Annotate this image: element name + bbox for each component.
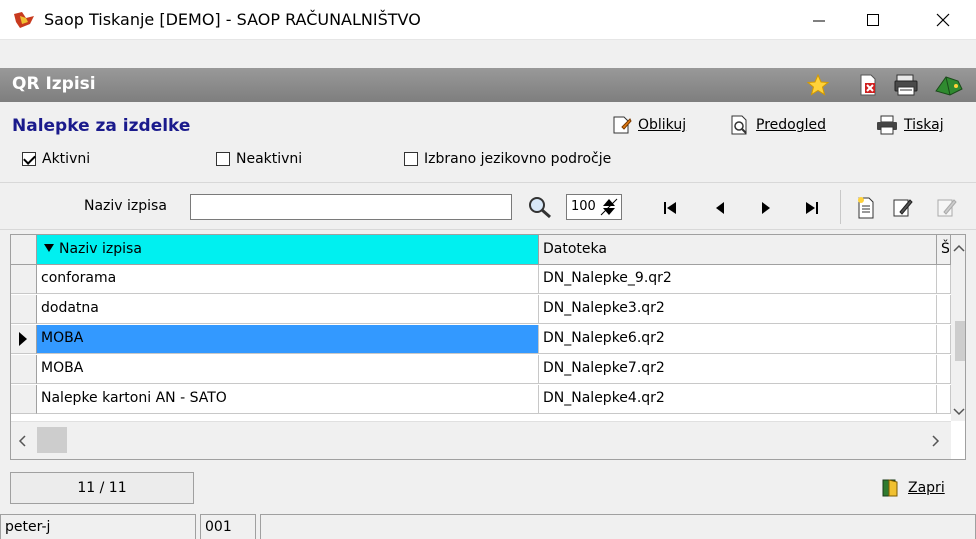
filter-aktivni[interactable]: Aktivni xyxy=(22,150,90,168)
maximize-button[interactable] xyxy=(850,0,896,40)
search-icon[interactable] xyxy=(526,194,554,220)
neaktivni-checkbox[interactable] xyxy=(216,152,230,166)
scroll-right-icon[interactable] xyxy=(927,433,943,449)
horizontal-scroll-thumb[interactable] xyxy=(37,427,67,453)
prev-icon xyxy=(716,202,724,214)
first-record-button[interactable] xyxy=(656,194,684,222)
limit-value: 100 xyxy=(571,199,596,214)
cell-st[interactable] xyxy=(937,355,951,384)
row-indicator-header xyxy=(11,235,37,265)
close-form-button[interactable]: Zapri xyxy=(880,478,945,498)
filter-neaktivni[interactable]: Neaktivni xyxy=(216,150,302,168)
status-message xyxy=(260,514,976,539)
module-title: QR Izpisi xyxy=(12,74,96,94)
cell-naziv[interactable]: Nalepke kartoni AN - SATO xyxy=(37,385,539,414)
first-icon xyxy=(664,202,676,214)
current-row-arrow-icon xyxy=(19,332,27,346)
cell-naziv[interactable]: MOBA xyxy=(37,325,539,354)
aktivni-label: Aktivni xyxy=(42,151,91,167)
column-header-st[interactable]: Št xyxy=(937,235,951,265)
row-indicator[interactable] xyxy=(11,325,37,354)
prev-record-button[interactable] xyxy=(706,194,734,222)
printer-settings-icon[interactable] xyxy=(893,73,919,97)
row-indicator[interactable] xyxy=(11,385,37,414)
print-button[interactable]: Tiskaj xyxy=(876,112,944,138)
next-record-button[interactable] xyxy=(752,194,780,222)
cell-naziv[interactable]: MOBA xyxy=(37,355,539,384)
window-title: Saop Tiskanje [DEMO] - SAOP RAČUNALNIŠTV… xyxy=(44,10,421,29)
document-delete-icon[interactable] xyxy=(858,74,878,96)
filter-izbrano-jezik[interactable]: Izbrano jezikovno področje xyxy=(404,150,611,168)
minimize-button[interactable] xyxy=(796,0,842,40)
preview-label: Predogled xyxy=(756,117,826,133)
table-row[interactable]: dodatna DN_Nalepke3.qr2 xyxy=(11,295,951,324)
design-button[interactable]: Oblikuj xyxy=(612,112,686,138)
design-label: Oblikuj xyxy=(638,117,687,133)
reports-grid[interactable]: Naziv izpisa Datoteka Št conforamaDN_Nal… xyxy=(10,234,966,460)
column-naziv-label: Naziv izpisa xyxy=(59,241,142,257)
table-row[interactable]: conforama DN_Nalepke_9.qr2 xyxy=(11,265,951,294)
table-row[interactable]: MOBA DN_Nalepke7.qr2 xyxy=(11,355,951,384)
vertical-scroll-thumb[interactable] xyxy=(955,321,965,361)
limit-stepper[interactable]: 100 xyxy=(566,194,622,220)
neaktivni-label: Neaktivni xyxy=(236,151,303,167)
table-row[interactable]: Nalepke kartoni AN - SATO DN_Nalepke4.qr2 xyxy=(11,385,951,414)
preview-icon xyxy=(731,115,747,135)
cell-st[interactable] xyxy=(937,325,951,354)
edit-record-icon[interactable] xyxy=(888,194,916,222)
printer-icon xyxy=(877,115,897,135)
cell-naziv[interactable]: conforama xyxy=(37,265,539,294)
cell-datoteka[interactable]: DN_Nalepke3.qr2 xyxy=(539,295,937,324)
cell-st[interactable] xyxy=(937,265,951,294)
row-indicator[interactable] xyxy=(11,295,37,324)
row-indicator[interactable] xyxy=(11,265,37,294)
status-user: peter-j xyxy=(0,514,196,539)
exit-icon[interactable] xyxy=(934,73,964,97)
record-counter: 11 / 11 xyxy=(10,472,194,504)
scroll-left-icon[interactable] xyxy=(15,433,31,449)
row-indicator[interactable] xyxy=(11,355,37,384)
spin-arrows-icon[interactable] xyxy=(599,197,619,217)
cell-st[interactable] xyxy=(937,385,951,414)
cell-datoteka[interactable]: DN_Nalepke6.qr2 xyxy=(539,325,937,354)
column-header-datoteka[interactable]: Datoteka xyxy=(539,235,937,265)
close-icon xyxy=(936,13,950,27)
close-form-label: Zapri xyxy=(908,480,945,496)
cell-datoteka[interactable]: DN_Nalepke4.qr2 xyxy=(539,385,937,414)
delete-record-icon[interactable] xyxy=(932,194,960,222)
column-header-naziv[interactable]: Naziv izpisa xyxy=(37,235,539,265)
print-label: Tiskaj xyxy=(904,117,944,133)
toolbar-separator xyxy=(840,190,841,224)
design-icon xyxy=(613,116,632,134)
status-code: 001 xyxy=(200,514,256,539)
cell-st[interactable] xyxy=(937,295,951,324)
minimize-icon xyxy=(813,20,825,22)
cell-datoteka[interactable]: DN_Nalepke7.qr2 xyxy=(539,355,937,384)
preview-button[interactable]: Predogled xyxy=(730,112,826,138)
sort-desc-icon xyxy=(44,244,54,252)
cell-datoteka[interactable]: DN_Nalepke_9.qr2 xyxy=(539,265,937,294)
search-input[interactable] xyxy=(190,194,512,220)
scroll-up-icon[interactable] xyxy=(951,241,966,257)
maximize-icon xyxy=(867,14,879,26)
scroll-down-icon[interactable] xyxy=(951,403,966,419)
app-icon xyxy=(14,12,34,28)
next-icon xyxy=(762,202,770,214)
aktivni-checkbox[interactable] xyxy=(22,152,36,166)
cell-naziv[interactable]: dodatna xyxy=(37,295,539,324)
section-title: Nalepke za izdelke xyxy=(12,116,191,136)
search-label: Naziv izpisa xyxy=(84,198,167,214)
last-record-button[interactable] xyxy=(798,194,826,222)
new-record-icon[interactable] xyxy=(852,194,880,222)
table-row[interactable]: MOBA DN_Nalepke6.qr2 xyxy=(11,325,951,354)
last-icon xyxy=(806,202,818,214)
izbrano-label: Izbrano jezikovno področje xyxy=(424,151,612,167)
horizontal-scrollbar[interactable] xyxy=(11,421,951,459)
close-button[interactable] xyxy=(920,0,966,40)
izbrano-checkbox[interactable] xyxy=(404,152,418,166)
favorite-star-icon[interactable] xyxy=(806,73,830,97)
door-exit-icon xyxy=(882,479,898,497)
